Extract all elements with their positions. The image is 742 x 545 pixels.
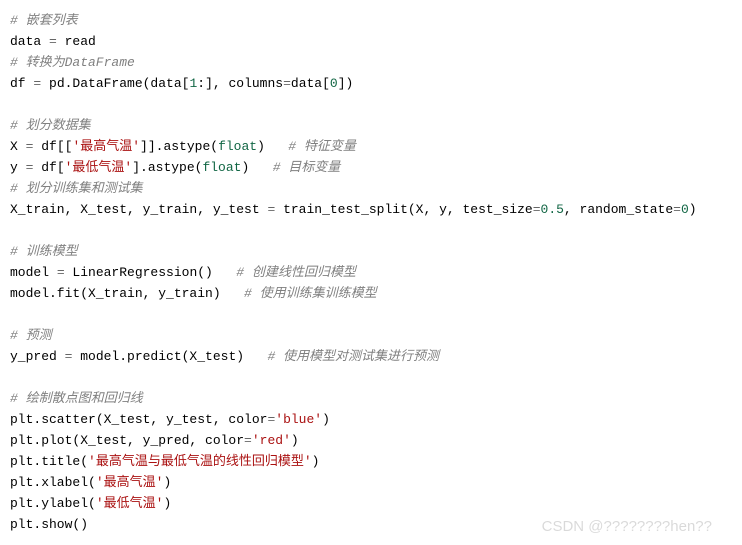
string: '最高气温' — [72, 139, 140, 154]
variable: y — [10, 160, 26, 175]
call: plt.show() — [10, 517, 88, 532]
text: ) — [291, 433, 299, 448]
code-line: X_train, X_test, y_train, y_test = train… — [10, 199, 732, 220]
text: ) — [241, 160, 272, 175]
code-line: model = LinearRegression() # 创建线性回归模型 — [10, 262, 732, 283]
code-line: # 划分训练集和测试集 — [10, 178, 732, 199]
number: 0 — [330, 76, 338, 91]
operator: = — [283, 76, 291, 91]
operator: = — [244, 433, 252, 448]
code-line: y = df['最低气温'].astype(float) # 目标变量 — [10, 157, 732, 178]
text: df[ — [41, 160, 64, 175]
variable: df — [10, 76, 33, 91]
comment: # 转换为DataFrame — [10, 55, 135, 70]
code-line: plt.plot(X_test, y_pred, color='red') — [10, 430, 732, 451]
text: ) — [312, 454, 320, 469]
call: LinearRegression() — [72, 265, 236, 280]
number: 0.5 — [541, 202, 564, 217]
operator: = — [267, 202, 283, 217]
text: ) — [689, 202, 697, 217]
operator: = — [57, 265, 73, 280]
operator: = — [49, 34, 65, 49]
text: ].astype( — [132, 160, 202, 175]
operator: = — [65, 349, 81, 364]
text: ) — [322, 412, 330, 427]
code-block: # 嵌套列表 data = read # 转换为DataFrame df = p… — [10, 10, 732, 535]
operator: = — [26, 160, 42, 175]
text: , random_state — [564, 202, 673, 217]
code-line: # 转换为DataFrame — [10, 52, 732, 73]
code-line: # 预测 — [10, 325, 732, 346]
code-line: # 嵌套列表 — [10, 10, 732, 31]
code-line: plt.show() — [10, 514, 732, 535]
operator: = — [673, 202, 681, 217]
comment: # 划分数据集 — [10, 118, 91, 133]
code-line: plt.xlabel('最高气温') — [10, 472, 732, 493]
string: '最低气温' — [65, 160, 133, 175]
call: plt.plot(X_test, y_pred, color — [10, 433, 244, 448]
code-line: # 训练模型 — [10, 241, 732, 262]
code-line: X = df[['最高气温']].astype(float) # 特征变量 — [10, 136, 732, 157]
blank-line — [10, 367, 732, 388]
variables: X_train, X_test, y_train, y_test — [10, 202, 267, 217]
code-line: plt.title('最高气温与最低气温的线性回归模型') — [10, 451, 732, 472]
string: 'red' — [252, 433, 291, 448]
builtin: float — [202, 160, 241, 175]
text: ) — [257, 139, 288, 154]
code-line: plt.scatter(X_test, y_test, color='blue'… — [10, 409, 732, 430]
code-line: plt.ylabel('最低气温') — [10, 493, 732, 514]
blank-line — [10, 304, 732, 325]
string: '最高气温' — [96, 475, 164, 490]
text: ]].astype( — [140, 139, 218, 154]
comment: # 划分训练集和测试集 — [10, 181, 143, 196]
comment: # 预测 — [10, 328, 52, 343]
comment: # 创建线性回归模型 — [236, 265, 356, 280]
code-line: df = pd.DataFrame(data[1:], columns=data… — [10, 73, 732, 94]
text: ) — [163, 496, 171, 511]
comment: # 目标变量 — [273, 160, 341, 175]
operator: = — [26, 139, 42, 154]
call: pd.DataFrame(data[ — [49, 76, 189, 91]
comment: # 训练模型 — [10, 244, 78, 259]
text: ]) — [338, 76, 354, 91]
number: 0 — [681, 202, 689, 217]
call: plt.scatter(X_test, y_test, color — [10, 412, 267, 427]
variable: data — [10, 34, 49, 49]
comment: # 使用模型对测试集进行预测 — [267, 349, 439, 364]
comment: # 绘制散点图和回归线 — [10, 391, 143, 406]
call: model.fit(X_train, y_train) — [10, 286, 244, 301]
operator: = — [33, 76, 49, 91]
variable: model — [10, 265, 57, 280]
string: '最低气温' — [96, 496, 164, 511]
comment: # 使用训练集训练模型 — [244, 286, 377, 301]
text: data[ — [291, 76, 330, 91]
call: plt.title( — [10, 454, 88, 469]
variable: y_pred — [10, 349, 65, 364]
comment: # 嵌套列表 — [10, 13, 78, 28]
operator: = — [533, 202, 541, 217]
builtin: float — [218, 139, 257, 154]
variable: X — [10, 139, 26, 154]
blank-line — [10, 220, 732, 241]
call: train_test_split(X, y, test_size — [283, 202, 533, 217]
text: ) — [163, 475, 171, 490]
code-line: y_pred = model.predict(X_test) # 使用模型对测试… — [10, 346, 732, 367]
comment: # 特征变量 — [288, 139, 356, 154]
code-line: # 绘制散点图和回归线 — [10, 388, 732, 409]
string: '最高气温与最低气温的线性回归模型' — [88, 454, 312, 469]
code-line: model.fit(X_train, y_train) # 使用训练集训练模型 — [10, 283, 732, 304]
identifier: read — [65, 34, 96, 49]
text: df[[ — [41, 139, 72, 154]
call: plt.ylabel( — [10, 496, 96, 511]
text: :], columns — [197, 76, 283, 91]
call: plt.xlabel( — [10, 475, 96, 490]
code-line: data = read — [10, 31, 732, 52]
blank-line — [10, 94, 732, 115]
call: model.predict(X_test) — [80, 349, 267, 364]
code-line: # 划分数据集 — [10, 115, 732, 136]
string: 'blue' — [275, 412, 322, 427]
